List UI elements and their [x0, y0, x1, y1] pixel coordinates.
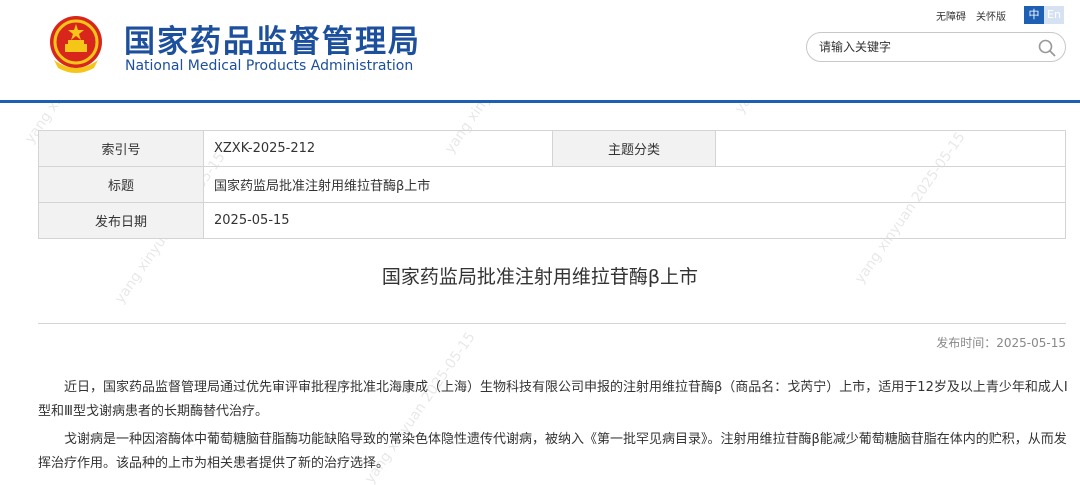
table-row: 发布日期 2025-05-15: [38, 202, 1066, 239]
lang-zh-button[interactable]: 中: [1024, 6, 1044, 24]
header-divider: [0, 100, 1080, 103]
topic-value: [715, 130, 1066, 167]
title-value: 国家药监局批准注射用维拉苷酶β上市: [203, 166, 1066, 203]
site-name-en[interactable]: National Medical Products Administration: [125, 58, 413, 74]
care-mode-link[interactable]: 关怀版: [976, 12, 1006, 23]
topic-label: 主题分类: [552, 130, 716, 167]
article-info-table: 索引号 XZXK-2025-212 主题分类 标题 国家药监局批准注射用维拉苷酶…: [38, 130, 1066, 239]
article-body: 近日，国家药品监督管理局通过优先审评审批程序批准北海康成（上海）生物科技有限公司…: [38, 376, 1068, 480]
language-switch: 中 En: [1024, 6, 1064, 24]
title-divider: [38, 323, 1066, 324]
lang-en-button[interactable]: En: [1044, 6, 1064, 24]
article-paragraph: 戈谢病是一种因溶酶体中葡萄糖脑苷脂酶功能缺陷导致的常染色体隐性遗传代谢病，被纳入…: [38, 432, 1067, 471]
search-box: [806, 32, 1066, 62]
search-icon[interactable]: [1037, 38, 1057, 58]
table-row: 标题 国家药监局批准注射用维拉苷酶β上市: [38, 166, 1066, 203]
accessibility-link[interactable]: 无障碍: [936, 12, 966, 23]
date-value: 2025-05-15: [203, 202, 1066, 239]
article-paragraph: 近日，国家药品监督管理局通过优先审评审批程序批准北海康成（上海）生物科技有限公司…: [38, 380, 1068, 419]
date-label: 发布日期: [38, 202, 204, 239]
site-header: 国家药品监督管理局 National Medical Products Admi…: [0, 0, 1080, 103]
site-name-cn[interactable]: 国家药品监督管理局: [124, 16, 421, 61]
index-label: 索引号: [38, 130, 204, 167]
table-row: 索引号 XZXK-2025-212 主题分类: [38, 130, 1066, 167]
search-input[interactable]: [819, 38, 1029, 56]
top-links: 无障碍 关怀版: [936, 8, 1016, 23]
index-value: XZXK-2025-212: [203, 130, 553, 167]
national-emblem-icon: [50, 16, 102, 73]
article-title: 国家药监局批准注射用维拉苷酶β上市: [381, 266, 699, 288]
publish-time: 发布时间：2025-05-15: [936, 336, 1066, 350]
title-label: 标题: [38, 166, 204, 203]
